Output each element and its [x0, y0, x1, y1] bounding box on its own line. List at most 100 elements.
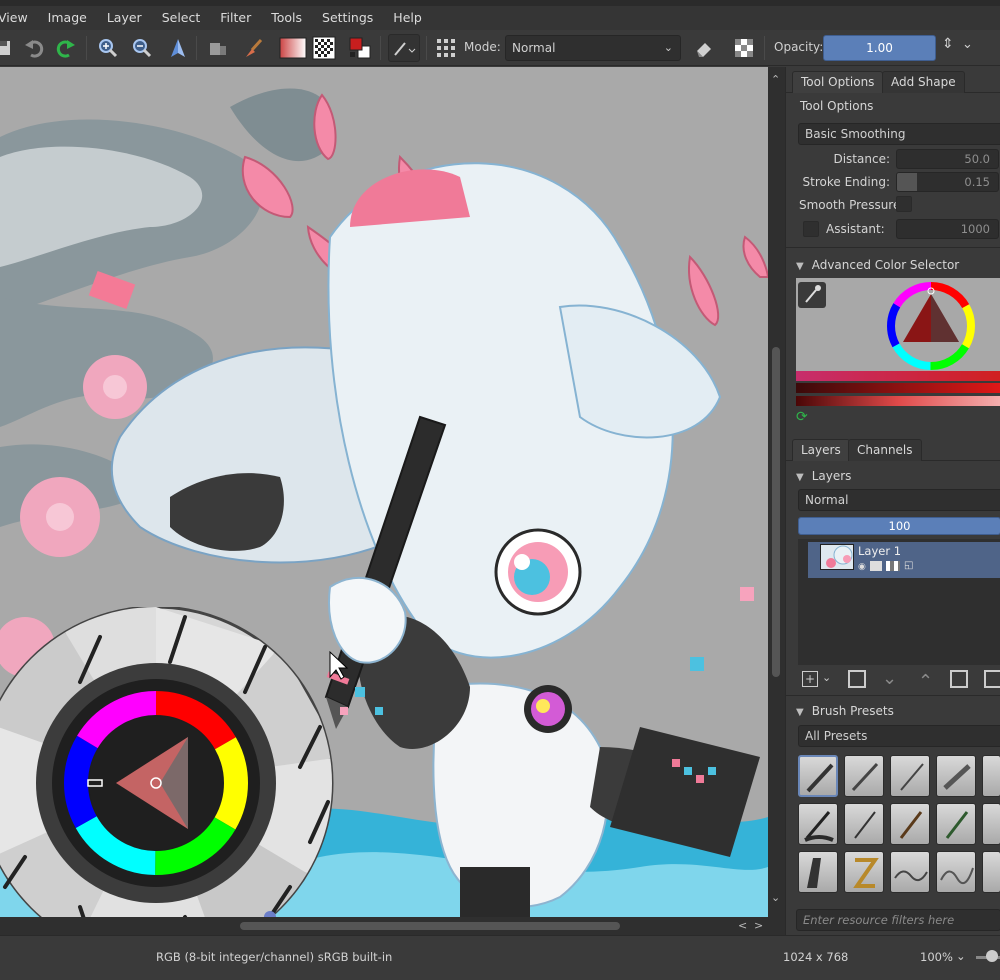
collapse-icon[interactable]: ▼	[796, 472, 804, 483]
preset-grid	[798, 755, 1000, 901]
preset-filter-input[interactable]: Enter resource filters here	[796, 909, 1000, 931]
vertical-scrollbar-thumb[interactable]	[772, 347, 780, 677]
move-layer-down-icon[interactable]: ⌄	[882, 668, 897, 689]
inherit-alpha-icon[interactable]: ◱	[904, 560, 913, 571]
assistant-checkbox[interactable]	[803, 221, 819, 237]
assistant-slider[interactable]: 1000	[896, 219, 999, 239]
tab-tool-options[interactable]: Tool Options	[792, 71, 884, 93]
color-shade-bar[interactable]	[796, 383, 1000, 393]
assistant-label: Assistant:	[826, 222, 885, 236]
gradient-icon[interactable]	[278, 34, 308, 62]
chevron-down-icon[interactable]: ⌄	[962, 37, 973, 52]
color-wheel[interactable]	[884, 280, 978, 372]
grid-icon[interactable]	[432, 34, 460, 62]
redo-icon[interactable]	[52, 34, 80, 62]
preset-tile[interactable]	[890, 803, 930, 845]
vertical-scrollbar[interactable]: ⌃ ⌄	[768, 67, 785, 917]
distance-label: Distance:	[833, 152, 890, 166]
layer-opacity-slider[interactable]: 100	[798, 517, 1000, 535]
move-layer-up-icon[interactable]: ⌃	[918, 671, 933, 692]
alpha-icon[interactable]	[886, 561, 900, 571]
toolbar-separator	[426, 36, 427, 60]
chevron-down-icon[interactable]: ⌄	[956, 949, 966, 963]
alpha-lock-icon[interactable]	[730, 34, 758, 62]
preset-tile[interactable]	[936, 851, 976, 893]
preset-tile[interactable]	[982, 755, 1000, 797]
spin-arrows-icon[interactable]: ⇕	[942, 36, 954, 52]
preset-tile[interactable]	[798, 851, 838, 893]
menu-layer[interactable]: Layer	[97, 6, 152, 30]
horizontal-scrollbar-thumb[interactable]	[240, 922, 620, 930]
zoom-level[interactable]: 100%	[920, 950, 953, 964]
duplicate-layer-icon[interactable]	[848, 670, 866, 688]
tab-add-shape[interactable]: Add Shape	[882, 71, 965, 93]
eraser-brush-icon[interactable]	[240, 34, 268, 62]
preset-tile[interactable]	[798, 755, 838, 797]
layer-blend-dropdown[interactable]: Normal	[798, 489, 1000, 511]
menu-help[interactable]: Help	[383, 6, 432, 30]
opacity-slider[interactable]: 1.00	[823, 35, 936, 61]
tab-layers[interactable]: Layers	[792, 439, 850, 461]
menu-select[interactable]: Select	[152, 6, 211, 30]
menu-filter[interactable]: Filter	[210, 6, 261, 30]
main-toolbar: Mode: Normal ⌄ Opacity: 1.00 ⇕ ⌄	[0, 30, 1000, 66]
color-selector-area[interactable]	[796, 278, 1000, 374]
scroll-right-icon[interactable]: >	[754, 917, 763, 935]
menu-tools[interactable]: Tools	[261, 6, 312, 30]
scroll-down-icon[interactable]: ⌄	[771, 889, 780, 907]
preset-tag-dropdown[interactable]: All Presets	[798, 725, 1000, 747]
smoothing-dropdown[interactable]: Basic Smoothing	[798, 123, 1000, 145]
menu-settings[interactable]: Settings	[312, 6, 383, 30]
preset-tile[interactable]	[936, 755, 976, 797]
mirror-icon[interactable]	[164, 34, 192, 62]
layer-properties-icon[interactable]	[950, 670, 968, 688]
delete-layer-icon[interactable]	[984, 670, 1000, 688]
zoom-in-icon[interactable]	[94, 34, 122, 62]
color-tint-bar[interactable]	[796, 396, 1000, 406]
layer-name[interactable]: Layer 1	[858, 544, 901, 558]
menu-image[interactable]: Image	[38, 6, 97, 30]
distance-slider[interactable]: 50.0	[896, 149, 999, 169]
menu-view[interactable]: View	[0, 6, 38, 30]
blend-mode-dropdown[interactable]: Normal ⌄	[505, 35, 681, 61]
fg-bg-color-icon[interactable]	[346, 34, 374, 62]
zoom-slider-handle[interactable]	[986, 950, 998, 962]
zoom-out-icon[interactable]	[128, 34, 156, 62]
preset-tile[interactable]	[844, 803, 884, 845]
preset-tile[interactable]	[982, 851, 1000, 893]
save-icon[interactable]	[0, 34, 18, 62]
horizontal-scrollbar[interactable]: < >	[0, 917, 785, 935]
preset-filter-placeholder: Enter resource filters here	[803, 913, 955, 927]
brush-presets-title-text: Brush Presets	[811, 704, 894, 718]
tab-channels[interactable]: Channels	[848, 439, 922, 461]
distance-value: 50.0	[964, 152, 990, 166]
preset-tile[interactable]	[844, 851, 884, 893]
workspace-icon[interactable]	[204, 34, 232, 62]
smooth-pressure-checkbox[interactable]	[896, 196, 912, 212]
preset-tile[interactable]	[798, 803, 838, 845]
undo-icon[interactable]	[20, 34, 48, 62]
preset-tile[interactable]	[844, 755, 884, 797]
popup-palette[interactable]	[0, 607, 342, 917]
lock-icon[interactable]	[870, 561, 882, 571]
pattern-icon[interactable]	[310, 34, 338, 62]
visibility-icon[interactable]: ◉	[858, 562, 866, 572]
chevron-down-icon[interactable]: ⌄	[822, 671, 831, 684]
collapse-icon[interactable]: ▼	[796, 261, 804, 272]
color-history-bar[interactable]	[796, 371, 1000, 381]
refresh-icon[interactable]: ⟳	[796, 409, 808, 425]
preset-tile[interactable]	[936, 803, 976, 845]
stroke-ending-slider[interactable]: 0.15	[896, 172, 999, 192]
layer-row[interactable]: Layer 1 ◉ ◱	[808, 542, 1000, 578]
scroll-up-icon[interactable]: ⌃	[771, 71, 780, 89]
add-layer-icon[interactable]: +	[802, 671, 818, 687]
brush-select-icon[interactable]	[388, 34, 420, 62]
preset-tile[interactable]	[982, 803, 1000, 845]
drawing-canvas[interactable]	[0, 67, 768, 917]
eyedropper-icon[interactable]	[798, 282, 826, 308]
collapse-icon[interactable]: ▼	[796, 707, 804, 718]
scroll-left-icon[interactable]: <	[738, 917, 747, 935]
preset-tile[interactable]	[890, 851, 930, 893]
preset-tile[interactable]	[890, 755, 930, 797]
erase-mode-icon[interactable]	[690, 34, 718, 62]
